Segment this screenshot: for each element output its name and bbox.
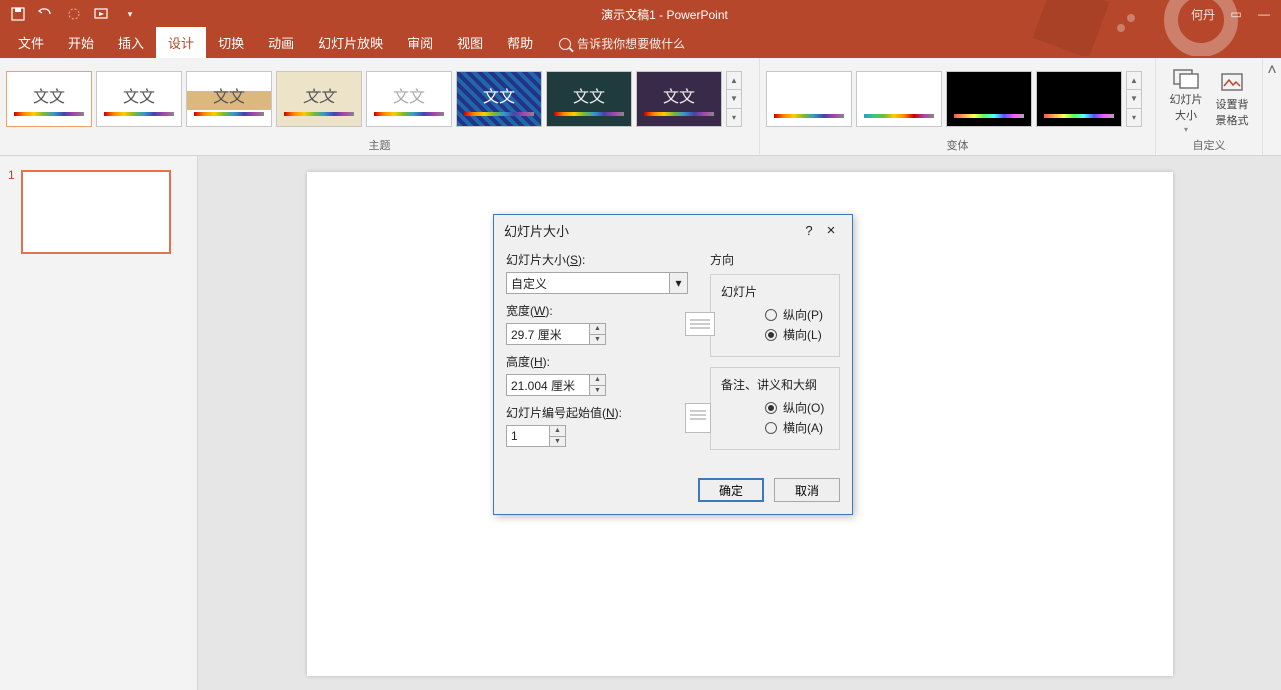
variant-thumb[interactable]	[766, 71, 852, 127]
group-custom-label: 自定义	[1162, 135, 1256, 153]
gallery-up-icon[interactable]: ▲	[1127, 72, 1141, 90]
spinner-down-icon[interactable]: ▼	[550, 437, 565, 447]
theme-thumb[interactable]: 文文	[186, 71, 272, 127]
spinner-up-icon[interactable]: ▲	[590, 324, 605, 335]
variant-thumb[interactable]	[1036, 71, 1122, 127]
format-background-icon	[1220, 72, 1244, 94]
spinner-up-icon[interactable]: ▲	[550, 426, 565, 437]
slide-thumbnail-entry[interactable]: 1	[0, 170, 197, 254]
theme-thumb[interactable]: 文文	[276, 71, 362, 127]
theme-thumb[interactable]: 文文	[6, 71, 92, 127]
tab-file[interactable]: 文件	[6, 27, 56, 58]
orientation-preview-icon	[685, 403, 711, 433]
tab-design[interactable]: 设计	[156, 27, 206, 58]
chevron-down-icon: ▾	[1184, 125, 1188, 134]
slides-orientation-label: 幻灯片	[721, 283, 829, 300]
slide-size-select[interactable]: 自定义 ▾	[506, 272, 688, 294]
notes-orientation-label: 备注、讲义和大纲	[721, 376, 829, 393]
slide-size-button[interactable]: 幻灯片大小 ▾	[1166, 65, 1206, 134]
collapse-ribbon-icon[interactable]: ˄	[1263, 58, 1281, 155]
width-spinner[interactable]: 29.7 厘米 ▲▼	[506, 323, 606, 345]
tell-me-search[interactable]: 告诉我你想要做什么	[559, 35, 685, 58]
tab-slideshow[interactable]: 幻灯片放映	[306, 27, 395, 58]
orientation-label: 方向	[710, 251, 840, 268]
height-label: 高度(H):	[506, 353, 696, 370]
spinner-up-icon[interactable]: ▲	[590, 375, 605, 386]
group-variants-label: 变体	[766, 135, 1149, 153]
slide-size-dialog: 幻灯片大小 ? × 幻灯片大小(S): 自定义 ▾ 宽度(W): 29.7 厘米…	[493, 214, 853, 515]
tell-me-placeholder: 告诉我你想要做什么	[577, 35, 685, 52]
theme-thumb[interactable]: 文文	[636, 71, 722, 127]
format-background-button[interactable]: 设置背景格式	[1212, 70, 1252, 128]
dialog-titlebar: 幻灯片大小 ? ×	[494, 215, 852, 245]
gallery-scroll: ▲ ▼ ▾	[726, 71, 742, 127]
themes-gallery: 文文 文文 文文 文文 文文 文文 文文 文文 ▲ ▼ ▾	[6, 71, 742, 127]
dialog-close-button[interactable]: ×	[820, 222, 842, 239]
notes-landscape-radio[interactable]: 横向(A)	[765, 419, 829, 436]
numbering-spinner[interactable]: 1 ▲▼	[506, 425, 566, 447]
search-icon	[559, 38, 571, 50]
spinner-down-icon[interactable]: ▼	[590, 335, 605, 345]
gallery-down-icon[interactable]: ▼	[1127, 90, 1141, 108]
tab-insert[interactable]: 插入	[106, 27, 156, 58]
gallery-scroll: ▲ ▼ ▾	[1126, 71, 1142, 127]
slides-portrait-radio[interactable]: 纵向(P)	[765, 306, 829, 323]
qat-dropdown-icon[interactable]: ▾	[122, 6, 138, 22]
group-themes-label: 主题	[6, 135, 753, 153]
numbering-label: 幻灯片编号起始值(N):	[506, 404, 696, 421]
slide-size-label: 幻灯片大小(S):	[506, 251, 696, 268]
slides-landscape-radio[interactable]: 横向(L)	[765, 326, 829, 343]
slide-thumbnail	[21, 170, 171, 254]
slide-number: 1	[8, 168, 15, 254]
gallery-down-icon[interactable]: ▼	[727, 90, 741, 108]
ribbon-content: 文文 文文 文文 文文 文文 文文 文文 文文 ▲ ▼ ▾ 主题	[0, 58, 1281, 156]
slide-size-icon	[1173, 67, 1199, 89]
width-label: 宽度(W):	[506, 302, 696, 319]
tab-review[interactable]: 审阅	[395, 27, 445, 58]
ribbon-display-icon[interactable]: ▭	[1229, 7, 1243, 21]
tab-home[interactable]: 开始	[56, 27, 106, 58]
height-spinner[interactable]: 21.004 厘米 ▲▼	[506, 374, 606, 396]
theme-thumb[interactable]: 文文	[456, 71, 542, 127]
gallery-more-icon[interactable]: ▾	[727, 109, 741, 126]
window-title: 演示文稿1 - PowerPoint	[138, 6, 1191, 23]
variant-thumb[interactable]	[946, 71, 1032, 127]
tab-animation[interactable]: 动画	[256, 27, 306, 58]
theme-thumb[interactable]: 文文	[546, 71, 632, 127]
ribbon-tabs: 文件 开始 插入 设计 切换 动画 幻灯片放映 审阅 视图 帮助 告诉我你想要做…	[0, 28, 1281, 58]
save-icon[interactable]	[10, 6, 26, 22]
tab-transition[interactable]: 切换	[206, 27, 256, 58]
redo-icon[interactable]	[66, 6, 82, 22]
start-from-beginning-icon[interactable]	[94, 6, 110, 22]
user-name[interactable]: 何丹	[1191, 6, 1215, 23]
minimize-icon[interactable]: —	[1257, 7, 1271, 21]
gallery-more-icon[interactable]: ▾	[1127, 109, 1141, 126]
ok-button[interactable]: 确定	[698, 478, 764, 502]
gallery-up-icon[interactable]: ▲	[727, 72, 741, 90]
notes-portrait-radio[interactable]: 纵向(O)	[765, 399, 829, 416]
undo-icon[interactable]	[38, 6, 54, 22]
tab-help[interactable]: 帮助	[495, 27, 545, 58]
theme-thumb[interactable]: 文文	[96, 71, 182, 127]
title-bar: ▾ 演示文稿1 - PowerPoint 何丹 ▭ —	[0, 0, 1281, 28]
spinner-down-icon[interactable]: ▼	[590, 386, 605, 396]
slide-panel: 1	[0, 156, 198, 690]
orientation-preview-icon	[685, 312, 715, 336]
variants-gallery: ▲ ▼ ▾	[766, 71, 1142, 127]
theme-thumb[interactable]: 文文	[366, 71, 452, 127]
variant-thumb[interactable]	[856, 71, 942, 127]
dialog-title: 幻灯片大小	[504, 221, 798, 240]
cancel-button[interactable]: 取消	[774, 478, 840, 502]
chevron-down-icon: ▾	[669, 273, 687, 293]
tab-view[interactable]: 视图	[445, 27, 495, 58]
dialog-help-button[interactable]: ?	[798, 223, 820, 238]
